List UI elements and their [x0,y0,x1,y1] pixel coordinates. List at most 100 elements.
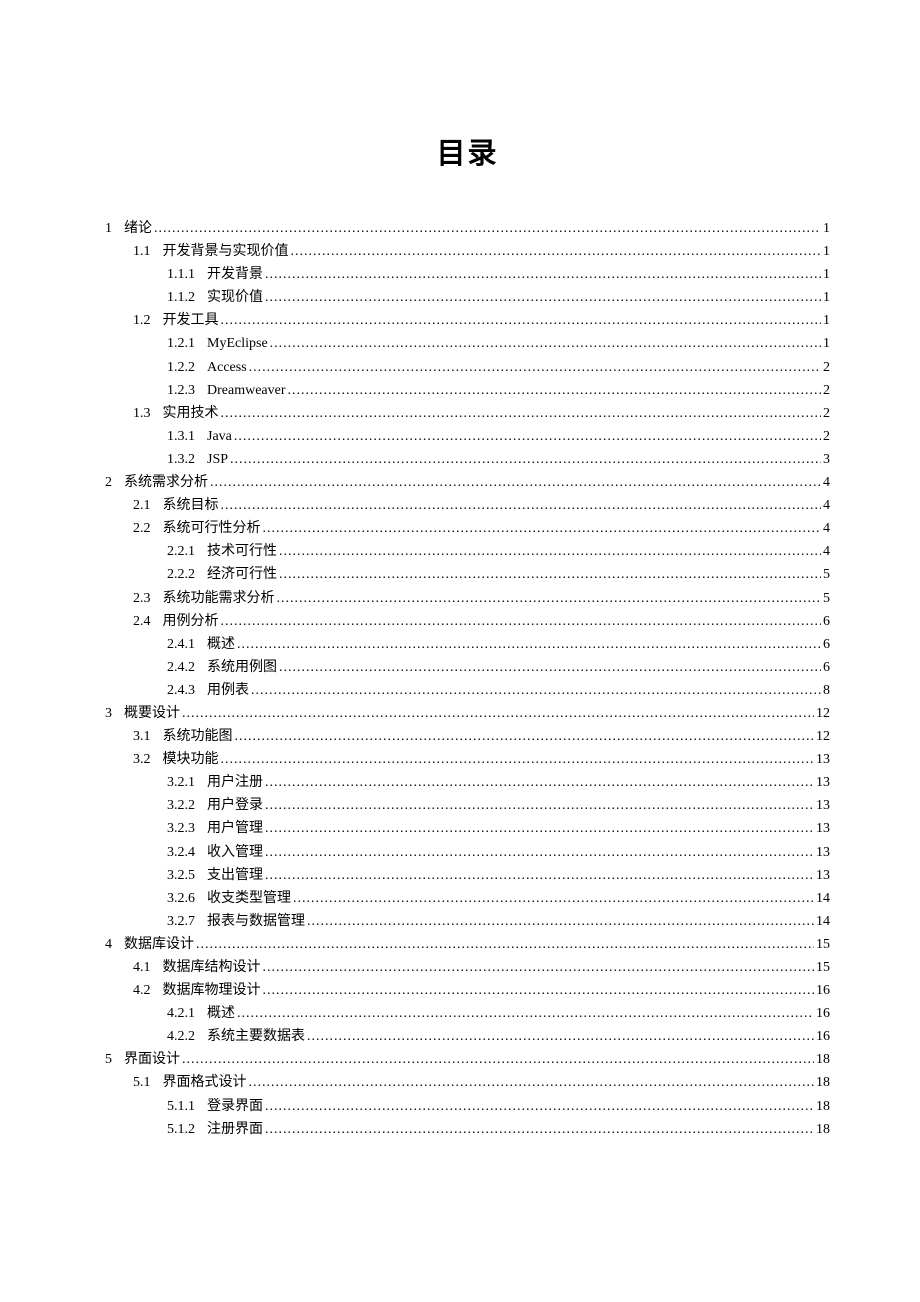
toc-entry-number: 3.2.6 [167,892,195,906]
toc-entry-number: 4.2.2 [167,1030,195,1044]
toc-entry: 5.1.2注册界面18 [105,1123,830,1137]
toc-entry-leader [270,337,821,351]
toc-entry-number: 2.4.1 [167,638,195,652]
toc-entry-leader [265,291,821,305]
toc-entry-leader [182,1053,814,1067]
toc-entry-label: 概要设计 [124,707,180,721]
toc-entry-page: 1 [823,268,830,282]
toc-entry-page: 2 [823,430,830,444]
toc-entry-leader [237,638,821,652]
toc-entry: 2.4.2 系统用例图 6 [105,661,830,675]
toc-entry-label: 收支类型管理 [207,892,291,906]
toc-entry-label: 系统主要数据表 [207,1030,305,1044]
toc-entry-leader [293,892,814,906]
toc-entry-number: 3 [105,707,112,721]
toc-entry-label: 系统可行性分析 [163,522,261,536]
toc-entry-label: 概述 [207,638,235,652]
toc-entry-label: 开发背景 [207,268,263,282]
toc-entry: 1.3实用技术2 [105,407,830,421]
toc-entry-page: 13 [816,776,830,790]
toc-entry-label: 系统需求分析 [124,476,208,490]
toc-entry: 1.2.1MyEclipse1 [105,337,830,351]
toc-entry-label: 界面设计 [124,1053,180,1067]
toc-entry: 5.1界面格式设计18 [105,1076,830,1090]
toc-entry-number: 3.2 [133,753,151,767]
toc-entry: 1.1.2实现价值1 [105,291,830,305]
toc-entry-leader [291,245,822,259]
toc-entry: 2.4.1概述6 [105,638,830,652]
toc-entry-page: 4 [823,476,830,490]
toc-entry-label: 绪论 [124,222,152,236]
toc-entry-label: 系统用例图 [207,661,277,675]
toc-entry-number: 2.4.3 [167,684,195,698]
toc-entry-number: 3.2.1 [167,776,195,790]
toc-entry-label: 实现价值 [207,291,263,305]
toc-entry-leader [265,869,814,883]
toc-entry-number: 3.2.3 [167,822,195,836]
toc-entry-label: 用例表 [207,684,249,698]
toc-entry-page: 14 [816,915,830,929]
toc-entry-number: 1.2 [133,314,151,328]
toc-entry-leader [154,222,821,236]
toc-entry: 2.2.2 经济可行性 5 [105,568,830,582]
toc-entry-page: 1 [823,314,830,328]
toc-entry-label: 模块功能 [163,753,219,767]
toc-entry-page: 3 [823,453,830,467]
toc-entry-leader [288,384,821,398]
toc-entry-page: 1 [823,291,830,305]
toc-entry-number: 2.4.2 [167,661,195,675]
toc-entry-label: 报表与数据管理 [207,915,305,929]
toc-entry-label: 系统功能图 [163,730,233,744]
toc-entry-leader [307,1030,814,1044]
toc-entry: 3.2.6收支类型管理14 [105,892,830,906]
toc-entry-leader [263,984,815,998]
toc-entry-label: 注册界面 [207,1123,263,1137]
toc-entry-page: 16 [816,984,830,998]
toc-entry-number: 2.2.2 [167,568,195,582]
toc-entry: 1.1.1开发背景1 [105,268,830,282]
toc-entry-leader [249,361,821,375]
toc-entry: 4数据库设计15 [105,938,830,952]
toc-entry: 2系统需求分析4 [105,476,830,490]
toc-entry-leader [221,615,822,629]
toc-entry-page: 6 [823,661,830,675]
toc-entry-leader [221,314,822,328]
toc-entry-label: 技术可行性 [207,545,277,559]
toc-entry: 2.3系统功能需求分析5 [105,592,830,606]
toc-entry-leader [237,1007,814,1021]
toc-entry: 2.4用例分析6 [105,615,830,629]
toc-entry-page: 16 [816,1030,830,1044]
toc-entry: 3.1系统功能图12 [105,730,830,744]
toc-entry-page: 18 [816,1076,830,1090]
toc-entry-page: 12 [816,730,830,744]
toc-entry-leader [234,430,821,444]
toc-entry-leader [265,846,814,860]
toc-entry-leader [265,1123,814,1137]
toc-entry-number: 2.1 [133,499,151,513]
toc-entry-number: 2.4 [133,615,151,629]
toc-entry-page: 1 [823,337,830,351]
toc-entry: 1.2开发工具1 [105,314,830,328]
toc-entry-leader [265,799,814,813]
toc-entry: 1.3.1Java2 [105,430,830,444]
toc-entry-label: 数据库物理设计 [163,984,261,998]
toc-entry-page: 2 [823,384,830,398]
toc-entry-page: 13 [816,799,830,813]
toc-entry-leader [263,961,815,975]
toc-entry-page: 4 [823,522,830,536]
toc-entry: 2.2系统可行性分析4 [105,522,830,536]
toc-entry-leader [265,822,814,836]
toc-entry: 3.2.4收入管理13 [105,846,830,860]
toc-entry-page: 5 [823,568,830,582]
toc-entry-leader [279,545,821,559]
toc-entry-number: 3.2.4 [167,846,195,860]
toc-entry-label: 经济可行性 [207,568,277,582]
toc-entry: 3.2.3用户管理13 [105,822,830,836]
toc-entry-page: 1 [823,245,830,259]
toc-entry-label: 系统目标 [163,499,219,513]
toc-entry: 3.2.1用户注册13 [105,776,830,790]
toc-entry-label: 数据库设计 [124,938,194,952]
toc-entry: 2.2.1技术可行性4 [105,545,830,559]
toc-entry-number: 2.2.1 [167,545,195,559]
toc-entry: 1.2.2Access2 [105,361,830,375]
